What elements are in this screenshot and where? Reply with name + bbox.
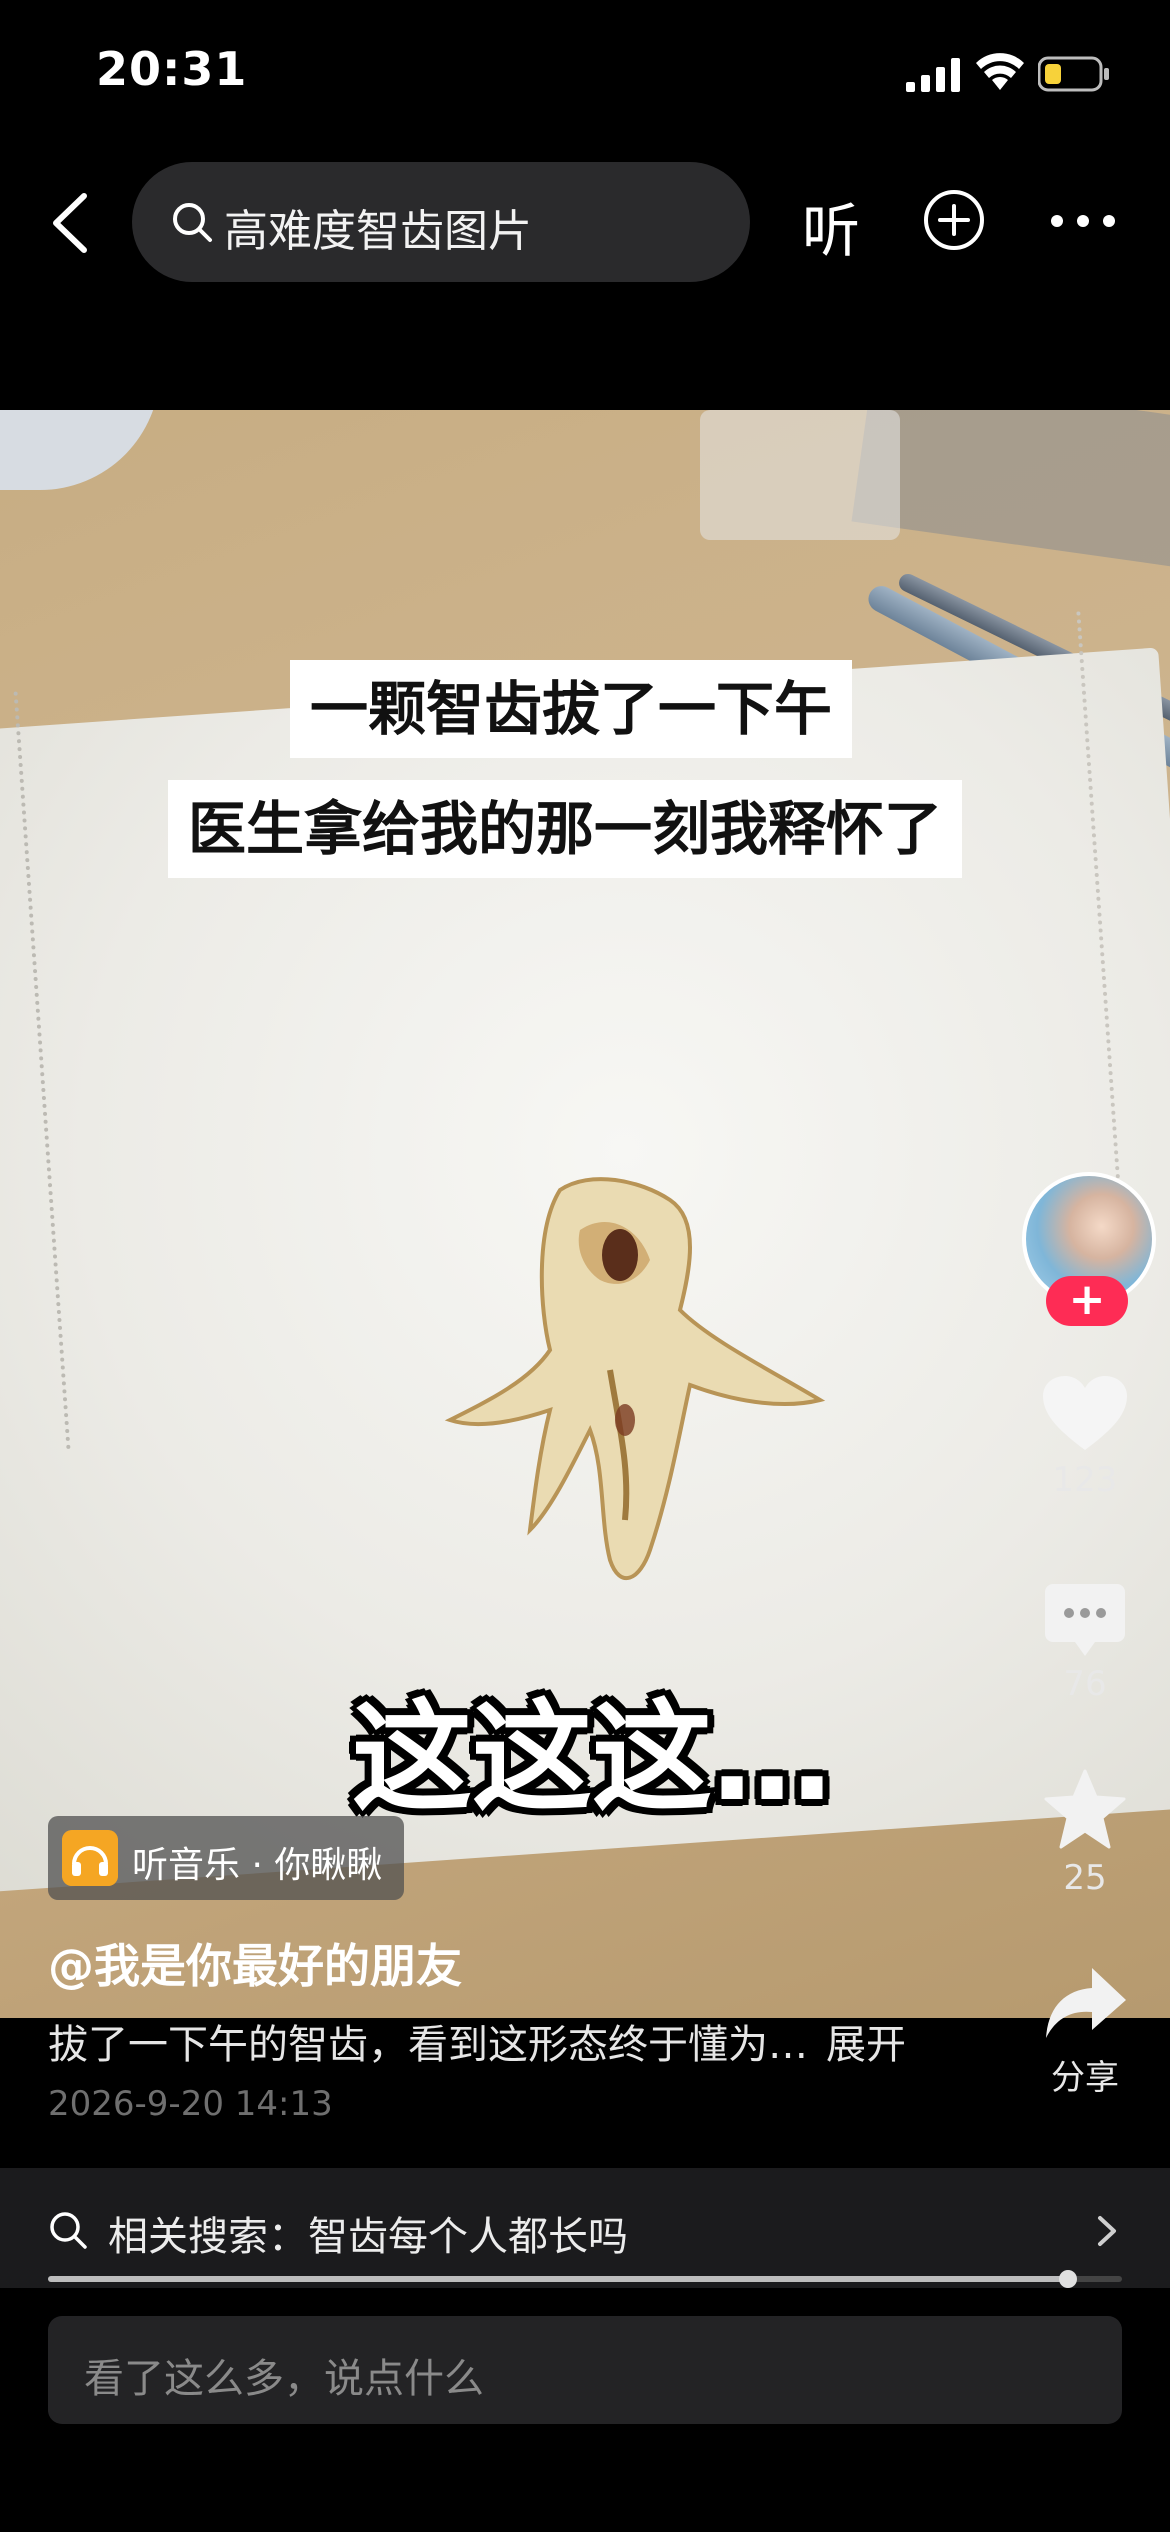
share-arrow-icon bbox=[1046, 1968, 1126, 2038]
video-player[interactable]: 一颗智齿拔了一下午 医生拿给我的那一刻我释怀了 这这这… bbox=[0, 410, 1170, 2018]
video-progress-fill bbox=[48, 2276, 1069, 2282]
favorite-button[interactable]: 25 bbox=[1020, 1768, 1150, 1898]
comment-count: 76 bbox=[1063, 1664, 1107, 1704]
music-label: 听音乐 · 你瞅瞅 bbox=[132, 1845, 383, 1886]
back-button[interactable] bbox=[42, 188, 102, 258]
follow-button[interactable]: + bbox=[1046, 1276, 1128, 1326]
music-chip[interactable]: 听音乐 · 你瞅瞅 bbox=[48, 1816, 404, 1900]
share-button[interactable]: 分享 bbox=[1020, 1964, 1150, 2099]
plus-circle-icon[interactable] bbox=[922, 188, 986, 252]
related-search-text: 相关搜索：智齿每个人都长吗 bbox=[108, 2214, 628, 2260]
headphones-icon bbox=[62, 1830, 118, 1886]
search-icon bbox=[173, 203, 212, 242]
post-description: 拔了一下午的智齿，看到这形态终于懂为… 展开 bbox=[48, 2012, 906, 2070]
comment-icon bbox=[1045, 1584, 1125, 1656]
comment-input[interactable]: 看了这么多，说点什么 bbox=[48, 2316, 1122, 2424]
lamp-base-image bbox=[0, 410, 160, 490]
container-image bbox=[700, 410, 900, 540]
listen-button[interactable]: 听 bbox=[802, 184, 860, 268]
video-progress-slider[interactable] bbox=[48, 2270, 1122, 2288]
heart-icon bbox=[1043, 1376, 1127, 1450]
video-caption-line-2: 医生拿给我的那一刻我释怀了 bbox=[168, 780, 963, 878]
related-search-bar[interactable]: 相关搜索：智齿每个人都长吗 bbox=[0, 2168, 1170, 2288]
favorite-count: 25 bbox=[1063, 1858, 1107, 1898]
comment-placeholder: 看了这么多，说点什么 bbox=[84, 2356, 484, 2402]
wisdom-tooth-image bbox=[444, 1177, 826, 1581]
like-button[interactable]: 123 bbox=[1020, 1374, 1150, 1500]
post-date: 2026-9-20 14:13 bbox=[48, 2084, 333, 2124]
chevron-right-icon bbox=[1098, 2216, 1116, 2246]
post-description-text: 拔了一下午的智齿，看到这形态终于懂为… bbox=[48, 2022, 808, 2068]
status-time: 20:31 bbox=[96, 42, 248, 96]
comment-button[interactable]: 76 bbox=[1020, 1582, 1150, 1704]
app-root: 20:31 高难度智齿图片 听 一颗智齿拔了一下午 医生拿给我的那一刻我释怀了 … bbox=[0, 0, 1170, 2532]
search-icon bbox=[50, 2212, 87, 2249]
search-header: 高难度智齿图片 听 bbox=[0, 150, 1170, 300]
wifi-icon bbox=[976, 53, 1024, 90]
video-big-caption: 这这这… bbox=[352, 1689, 832, 1828]
star-icon bbox=[1044, 1769, 1126, 1849]
status-bar: 20:31 bbox=[0, 0, 1170, 150]
more-horizontal-icon[interactable] bbox=[1050, 214, 1116, 228]
cellular-signal-icon bbox=[906, 58, 960, 92]
like-count: 123 bbox=[1052, 1460, 1118, 1500]
share-label: 分享 bbox=[1051, 2058, 1119, 2098]
search-input[interactable]: 高难度智齿图片 bbox=[132, 162, 750, 282]
video-caption-line-1: 一颗智齿拔了一下午 bbox=[290, 660, 853, 758]
search-query-text: 高难度智齿图片 bbox=[224, 206, 532, 257]
author-name[interactable]: @我是你最好的朋友 bbox=[48, 1930, 462, 1996]
battery-icon bbox=[1038, 56, 1109, 92]
expand-button[interactable]: 展开 bbox=[826, 2022, 906, 2068]
